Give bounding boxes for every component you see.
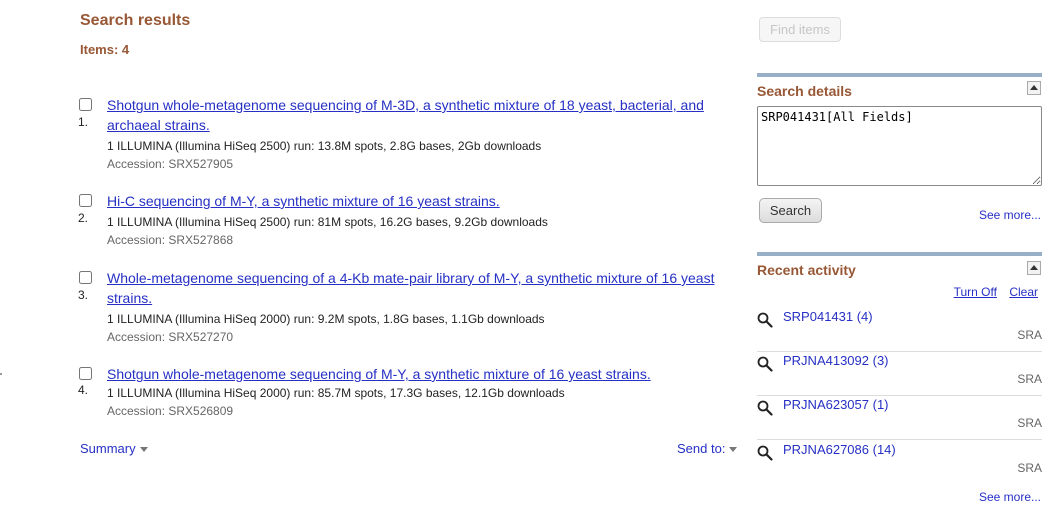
result-item: 1. Shotgun whole-metagenome sequencing o… — [78, 95, 738, 173]
search-icon — [757, 356, 773, 372]
send-to-dropdown[interactable]: Send to: — [677, 441, 738, 456]
collapse-triangle-icon[interactable] — [1027, 81, 1041, 95]
result-title-line: Shotgun whole-metagenome sequencing of M… — [107, 97, 704, 113]
find-items-button[interactable]: Find items — [759, 17, 841, 42]
recent-activity-link[interactable]: SRP041431 (4) — [783, 309, 873, 324]
send-to-label: Send to: — [677, 441, 726, 456]
search-icon — [757, 312, 773, 328]
search-icon — [757, 400, 773, 416]
result-checkbox[interactable] — [79, 271, 92, 284]
recent-activity-link[interactable]: PRJNA627086 (14) — [783, 442, 896, 457]
result-title-link[interactable]: Shotgun whole-metagenome sequencing of M… — [107, 364, 738, 384]
recent-activity-item: PRJNA627086 (14) SRA — [757, 440, 1042, 485]
result-item: 3. Whole-metagenome sequencing of a 4-Kb… — [78, 268, 738, 346]
result-title-line: Hi-C sequencing of M-Y, a synthetic mixt… — [107, 193, 500, 209]
recent-activity-db: SRA — [1017, 328, 1042, 342]
recent-activity-title: Recent activity — [757, 262, 856, 278]
result-item: 4. Shotgun whole-metagenome sequencing o… — [78, 364, 738, 420]
recent-activity-item: SRP041431 (4) SRA — [757, 307, 1042, 352]
recent-activity-db: SRA — [1017, 372, 1042, 386]
result-title-line: Shotgun whole-metagenome sequencing of M… — [107, 366, 651, 382]
result-description: 1 ILLUMINA (Illumina HiSeq 2000) run: 85… — [107, 386, 565, 400]
result-description: 1 ILLUMINA (Illumina HiSeq 2500) run: 13… — [107, 139, 542, 153]
recent-activity-item: PRJNA413092 (3) SRA — [757, 351, 1042, 396]
result-accession: Accession: SRX527905 — [107, 157, 234, 171]
result-title-link[interactable]: Hi-C sequencing of M-Y, a synthetic mixt… — [107, 191, 738, 211]
summary-dropdown[interactable]: Summary — [80, 441, 148, 456]
recent-activity-db: SRA — [1017, 416, 1042, 430]
result-number: 3. — [78, 288, 89, 302]
items-count: Items: 4 — [80, 42, 130, 57]
recent-activity-link[interactable]: PRJNA413092 (3) — [783, 353, 889, 368]
result-description: 1 ILLUMINA (Illumina HiSeq 2000) run: 9.… — [107, 312, 545, 326]
edge-marker — [0, 373, 2, 375]
recent-activity-see-more-link[interactable]: See more... — [979, 490, 1041, 504]
caret-down-icon — [729, 447, 738, 453]
recent-activity-bar — [757, 252, 1042, 256]
recent-activity-controls: Turn Off Clear — [945, 285, 1038, 299]
result-accession: Accession: SRX526809 — [107, 404, 234, 418]
result-title-line: strains. — [107, 290, 153, 306]
result-item: 2. Hi-C sequencing of M-Y, a synthetic m… — [78, 191, 738, 249]
result-number: 4. — [78, 383, 89, 397]
result-title-link[interactable]: Shotgun whole-metagenome sequencing of M… — [107, 95, 738, 135]
result-title-link[interactable]: Whole-metagenome sequencing of a 4-Kb ma… — [107, 268, 738, 308]
search-button[interactable]: Search — [759, 198, 822, 223]
search-details-see-more-link[interactable]: See more... — [979, 208, 1041, 222]
summary-label: Summary — [80, 441, 136, 456]
recent-activity-db: SRA — [1017, 461, 1042, 475]
result-checkbox[interactable] — [79, 194, 92, 207]
result-accession: Accession: SRX527270 — [107, 330, 234, 344]
search-details-title: Search details — [757, 83, 852, 99]
collapse-triangle-icon[interactable] — [1027, 261, 1041, 275]
recent-activity-link[interactable]: PRJNA623057 (1) — [783, 397, 889, 412]
result-title-line: Whole-metagenome sequencing of a 4-Kb ma… — [107, 270, 715, 286]
clear-link[interactable]: Clear — [1009, 285, 1038, 299]
result-accession: Accession: SRX527868 — [107, 233, 234, 247]
page-title: Search results — [80, 12, 191, 29]
result-number: 1. — [78, 115, 89, 129]
search-details-query[interactable]: SRP041431[All Fields] — [757, 106, 1042, 186]
result-description: 1 ILLUMINA (Illumina HiSeq 2500) run: 81… — [107, 215, 548, 229]
caret-down-icon — [139, 447, 148, 453]
result-checkbox[interactable] — [79, 98, 92, 111]
result-number: 2. — [78, 211, 89, 225]
result-checkbox[interactable] — [79, 367, 92, 380]
turn-off-link[interactable]: Turn Off — [954, 285, 997, 299]
recent-activity-item: PRJNA623057 (1) SRA — [757, 395, 1042, 440]
search-icon — [757, 445, 773, 461]
search-details-bar — [757, 73, 1042, 77]
result-title-line: archaeal strains. — [107, 117, 210, 133]
